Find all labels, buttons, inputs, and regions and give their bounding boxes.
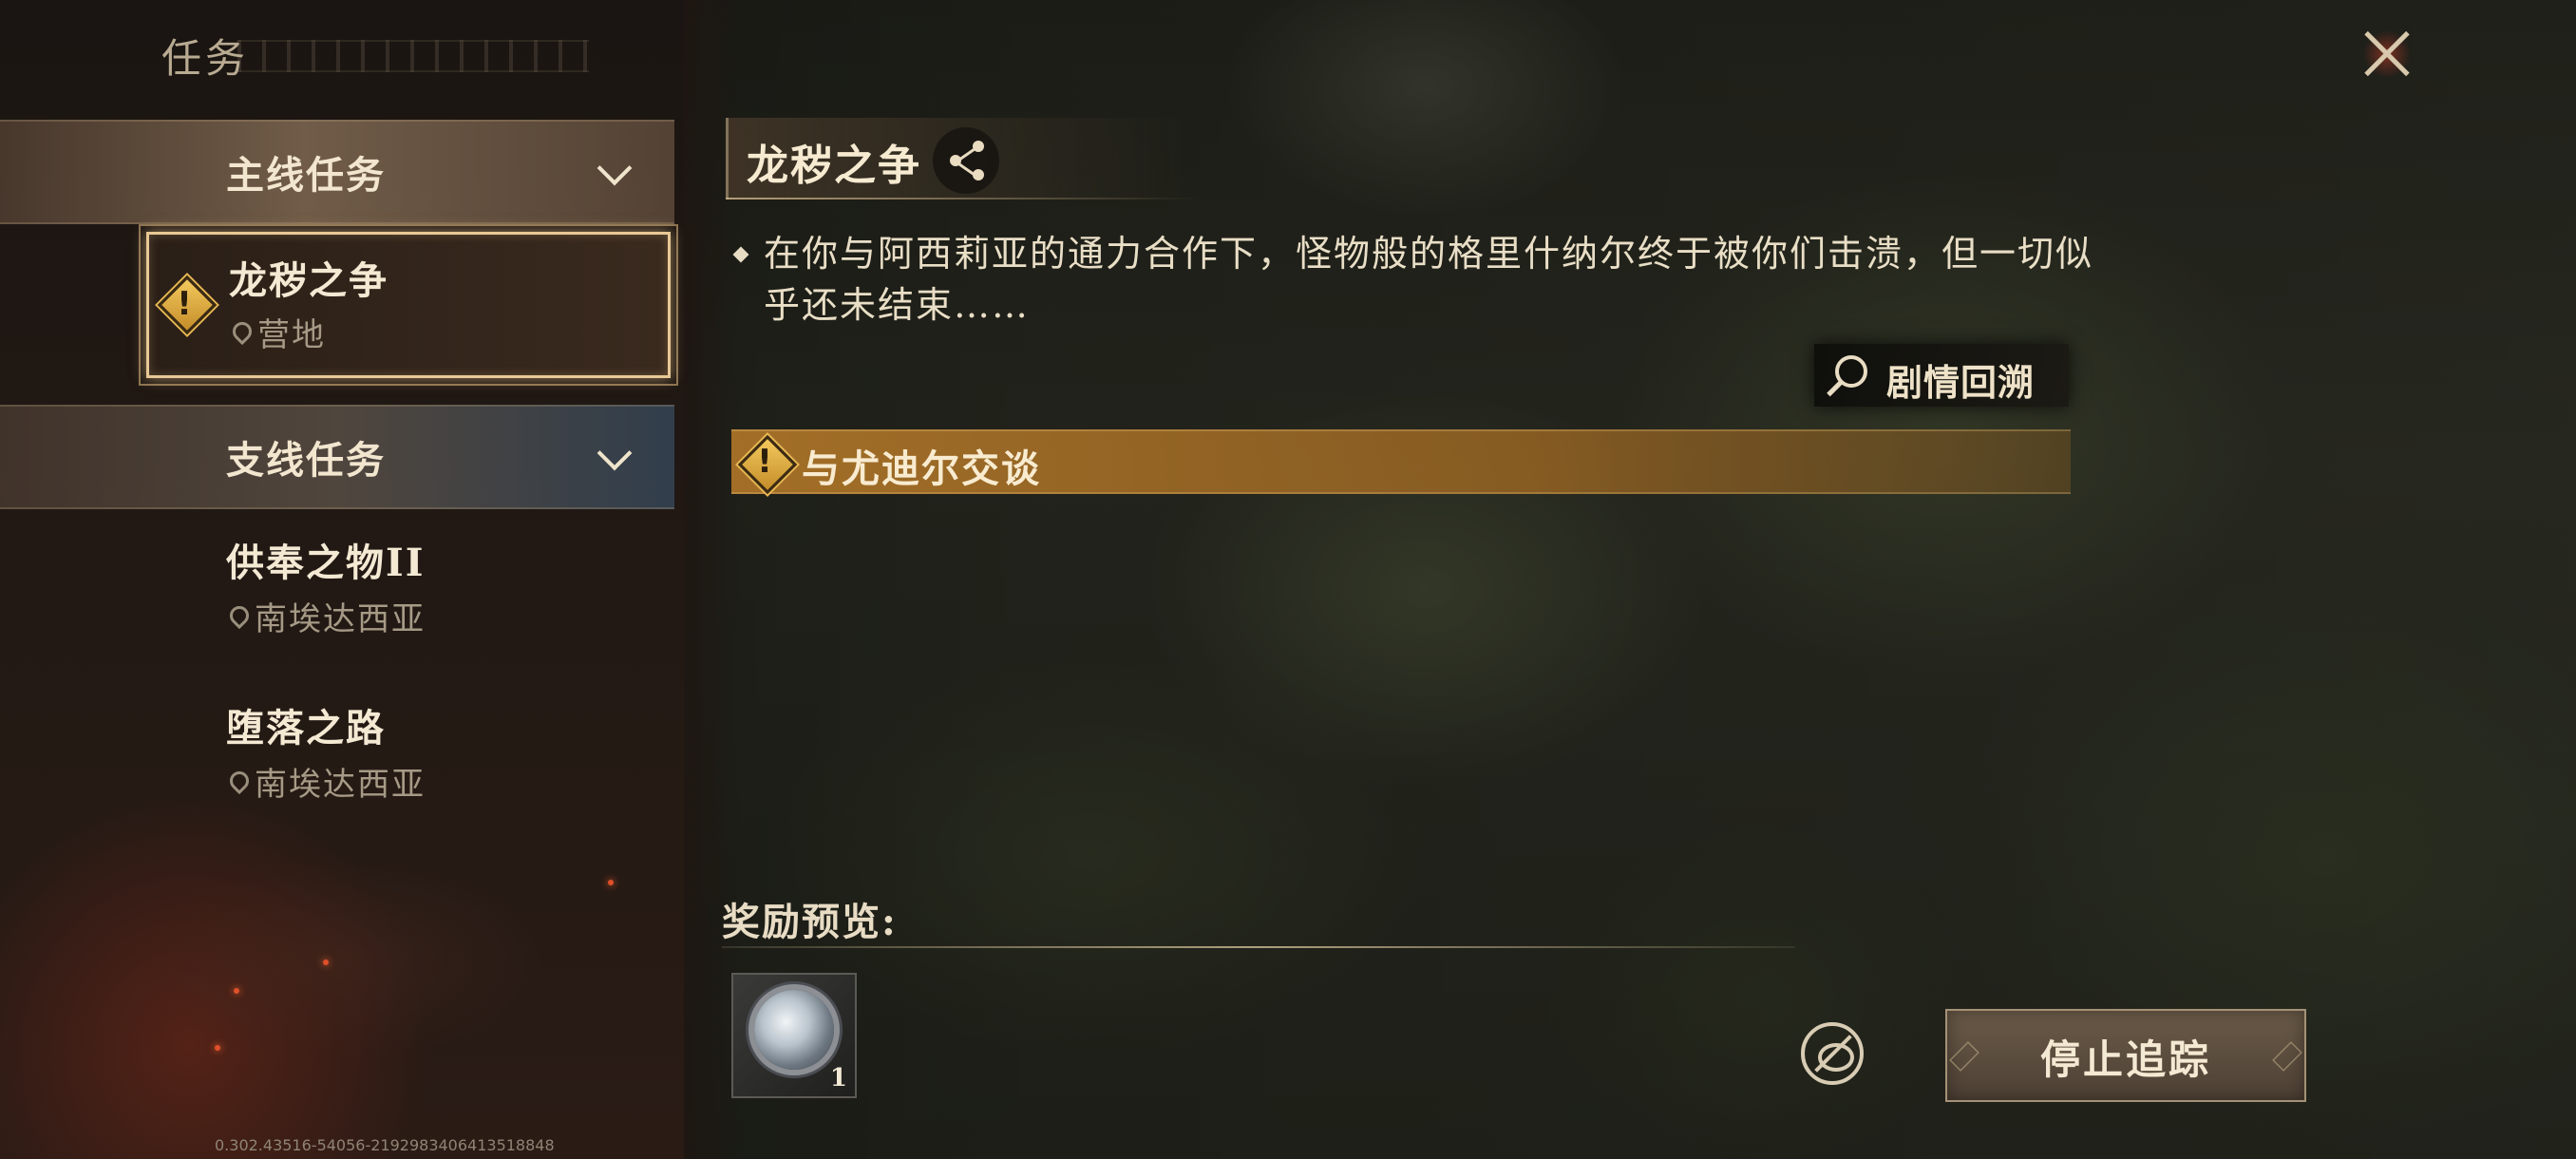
location-pin-icon xyxy=(228,317,256,346)
ember-decoration xyxy=(608,880,614,885)
detail-title: 龙秽之争 xyxy=(747,142,921,190)
stop-tracking-button[interactable]: 停止追踪 xyxy=(1945,1009,2306,1102)
quest-name: 堕落之路 xyxy=(226,706,386,750)
quest-location: 营地 xyxy=(257,316,326,354)
quest-location: 南埃达西亚 xyxy=(255,766,426,804)
quest-name: 龙秽之争 xyxy=(229,258,388,303)
stop-tracking-label: 停止追踪 xyxy=(2039,1036,2211,1083)
quest-objective[interactable]: ! 与尤迪尔交谈 xyxy=(731,429,2071,495)
hide-tracking-button[interactable] xyxy=(1801,1022,1864,1085)
story-recap-label: 剧情回溯 xyxy=(1886,361,2036,404)
objective-label: 与尤迪尔交谈 xyxy=(802,446,1041,491)
ember-decoration xyxy=(215,1045,220,1051)
category-header-side-quests[interactable]: 支线任务 xyxy=(0,405,674,509)
chevron-down-icon xyxy=(597,150,633,186)
title-ornament xyxy=(237,40,589,72)
reward-preview-title: 奖励预览: xyxy=(722,900,898,944)
version-string: 0.302.43516-54056-2192983406413518848 xyxy=(215,1136,555,1154)
quest-description: 在你与阿西莉亚的通力合作下，怪物般的格里什纳尔终于被你们击溃，但一切似乎还未结束… xyxy=(764,233,2094,326)
quest-name: 供奉之物II xyxy=(226,541,426,585)
quest-location: 南埃达西亚 xyxy=(255,600,426,638)
quest-item[interactable]: 堕落之路 南埃达西亚 xyxy=(142,694,655,817)
silver-orb-item-icon xyxy=(754,990,834,1070)
ember-decoration xyxy=(323,960,329,965)
category-label: 支线任务 xyxy=(226,438,386,483)
category-label: 主线任务 xyxy=(226,153,386,198)
category-header-main-quests[interactable]: 主线任务 xyxy=(0,120,674,224)
divider xyxy=(722,946,1795,948)
location-pin-icon xyxy=(225,767,254,795)
divider xyxy=(726,198,1201,200)
share-button[interactable] xyxy=(933,127,999,194)
chevron-down-icon xyxy=(597,435,633,471)
close-button[interactable] xyxy=(2354,21,2420,87)
ember-decoration xyxy=(234,988,239,994)
panel-title: 任务 xyxy=(161,35,250,82)
quest-item-selected[interactable]: ! 龙秽之争 营地 xyxy=(139,224,678,386)
story-recap-button[interactable]: 剧情回溯 xyxy=(1814,344,2069,407)
reward-count: 1 xyxy=(829,1064,847,1092)
quest-item[interactable]: 供奉之物II 南埃达西亚 xyxy=(142,528,655,652)
reward-item-slot[interactable]: 1 xyxy=(731,973,857,1098)
location-pin-icon xyxy=(225,601,254,630)
